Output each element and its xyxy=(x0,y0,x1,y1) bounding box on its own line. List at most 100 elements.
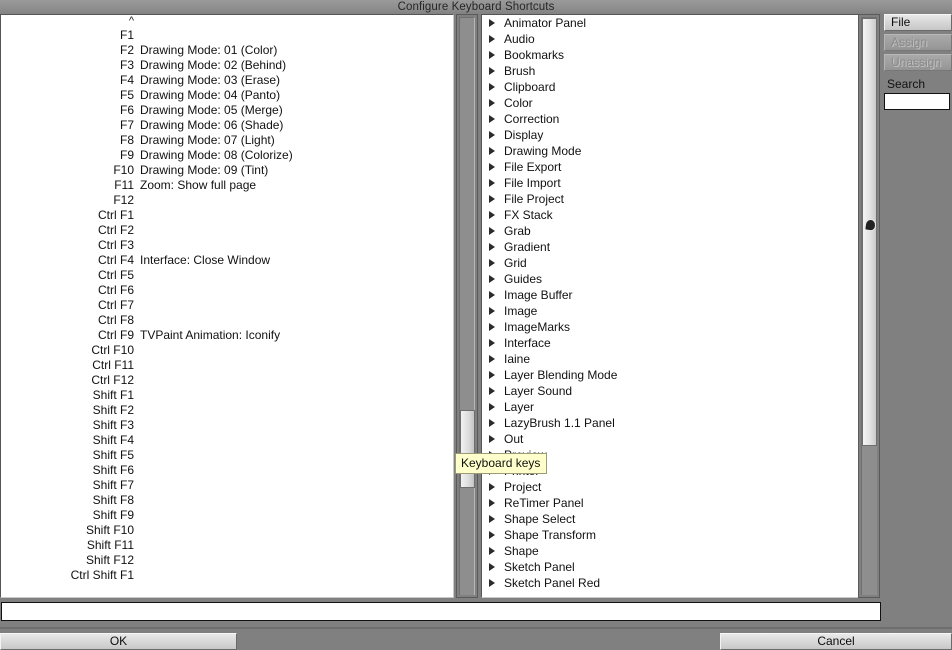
chevron-right-icon[interactable] xyxy=(488,255,497,271)
tree-item[interactable]: Project xyxy=(482,479,875,495)
chevron-right-icon[interactable] xyxy=(488,479,497,495)
chevron-right-icon[interactable] xyxy=(488,31,497,47)
commands-scrollbar-thumb[interactable] xyxy=(862,18,877,446)
shortcut-row[interactable]: F8 Drawing Mode: 07 (Light) xyxy=(1,133,453,148)
shortcut-row[interactable]: F6 Drawing Mode: 05 (Merge) xyxy=(1,103,453,118)
file-button[interactable]: File xyxy=(884,14,952,31)
tree-item[interactable]: Out xyxy=(482,431,875,447)
tree-item[interactable]: Sketch Panel xyxy=(482,559,875,575)
shortcut-row[interactable]: F1 xyxy=(1,28,453,43)
tree-item[interactable]: Interface xyxy=(482,335,875,351)
shortcut-row[interactable]: F5 Drawing Mode: 04 (Panto) xyxy=(1,88,453,103)
shortcut-value-field[interactable] xyxy=(1,602,881,621)
tree-item[interactable]: Shape xyxy=(482,543,875,559)
chevron-right-icon[interactable] xyxy=(488,47,497,63)
chevron-right-icon[interactable] xyxy=(488,415,497,431)
shortcut-row[interactable]: F11 Zoom: Show full page xyxy=(1,178,453,193)
tree-item[interactable]: Clipboard xyxy=(482,79,875,95)
assign-button[interactable]: Assign xyxy=(884,34,952,51)
shortcuts-list[interactable]: ^ F1 F2 Drawing Mode: 01 (Color) F3 Drawing … xyxy=(0,14,454,598)
chevron-right-icon[interactable] xyxy=(488,63,497,79)
chevron-right-icon[interactable] xyxy=(488,527,497,543)
chevron-right-icon[interactable] xyxy=(488,191,497,207)
tree-item[interactable]: Gradient xyxy=(482,239,875,255)
tree-item[interactable]: Drawing Mode xyxy=(482,143,875,159)
commands-tree[interactable]: Animator Panel Audio Bookmarks Brush Clipboa… xyxy=(481,14,876,598)
shortcut-row[interactable]: Shift F2 xyxy=(1,403,453,418)
tree-item[interactable]: Brush xyxy=(482,63,875,79)
chevron-right-icon[interactable] xyxy=(488,495,497,511)
chevron-right-icon[interactable] xyxy=(488,271,497,287)
shortcut-row[interactable]: Ctrl F10 xyxy=(1,343,453,358)
shortcut-row[interactable]: Ctrl Shift F1 xyxy=(1,568,453,583)
shortcut-row[interactable]: Ctrl F7 xyxy=(1,298,453,313)
chevron-right-icon[interactable] xyxy=(488,79,497,95)
chevron-right-icon[interactable] xyxy=(488,543,497,559)
shortcut-row[interactable]: Ctrl F9 TVPaint Animation: Iconify xyxy=(1,328,453,343)
chevron-right-icon[interactable] xyxy=(488,159,497,175)
shortcut-row[interactable]: F12 xyxy=(1,193,453,208)
chevron-right-icon[interactable] xyxy=(488,303,497,319)
chevron-right-icon[interactable] xyxy=(488,575,497,591)
tree-item[interactable]: Image Buffer xyxy=(482,287,875,303)
tree-item[interactable]: ImageMarks xyxy=(482,319,875,335)
shortcut-row[interactable]: F10 Drawing Mode: 09 (Tint) xyxy=(1,163,453,178)
chevron-right-icon[interactable] xyxy=(488,223,497,239)
chevron-right-icon[interactable] xyxy=(488,143,497,159)
chevron-right-icon[interactable] xyxy=(488,511,497,527)
shortcut-row[interactable]: Ctrl F3 xyxy=(1,238,453,253)
tree-item[interactable]: Layer Blending Mode xyxy=(482,367,875,383)
shortcut-row[interactable]: F2 Drawing Mode: 01 (Color) xyxy=(1,43,453,58)
shortcut-row[interactable]: Shift F1 xyxy=(1,388,453,403)
tree-item[interactable]: Layer xyxy=(482,399,875,415)
tree-item[interactable]: Grid xyxy=(482,255,875,271)
tree-item[interactable]: Guides xyxy=(482,271,875,287)
tree-item[interactable]: Sketch Panel Red xyxy=(482,575,875,591)
chevron-right-icon[interactable] xyxy=(488,111,497,127)
tree-item[interactable]: LazyBrush 1.1 Panel xyxy=(482,415,875,431)
chevron-right-icon[interactable] xyxy=(488,95,497,111)
chevron-right-icon[interactable] xyxy=(488,319,497,335)
shortcut-row[interactable]: Shift F5 xyxy=(1,448,453,463)
tree-item[interactable]: File Export xyxy=(482,159,875,175)
shortcut-row[interactable]: Ctrl F2 xyxy=(1,223,453,238)
shortcut-row[interactable]: Shift F9 xyxy=(1,508,453,523)
tree-item[interactable]: File Project xyxy=(482,191,875,207)
commands-scrollbar[interactable] xyxy=(858,14,880,598)
shortcut-row[interactable]: Shift F3 xyxy=(1,418,453,433)
tree-item[interactable]: Audio xyxy=(482,31,875,47)
chevron-right-icon[interactable] xyxy=(488,15,497,31)
chevron-right-icon[interactable] xyxy=(488,127,497,143)
shortcut-row[interactable]: F3 Drawing Mode: 02 (Behind) xyxy=(1,58,453,73)
chevron-right-icon[interactable] xyxy=(488,399,497,415)
shortcut-row[interactable]: Shift F6 xyxy=(1,463,453,478)
chevron-right-icon[interactable] xyxy=(488,207,497,223)
shortcut-row[interactable]: Ctrl F12 xyxy=(1,373,453,388)
chevron-right-icon[interactable] xyxy=(488,239,497,255)
shortcut-row[interactable]: Shift F10 xyxy=(1,523,453,538)
tree-item[interactable]: Grab xyxy=(482,223,875,239)
chevron-right-icon[interactable] xyxy=(488,335,497,351)
shortcuts-scrollbar-thumb[interactable] xyxy=(460,410,475,488)
cancel-button[interactable]: Cancel xyxy=(720,633,952,650)
shortcut-row[interactable]: Shift F7 xyxy=(1,478,453,493)
chevron-right-icon[interactable] xyxy=(488,559,497,575)
tree-item[interactable]: ReTimer Panel xyxy=(482,495,875,511)
shortcut-row[interactable]: Ctrl F1 xyxy=(1,208,453,223)
shortcut-row[interactable]: Shift F11 xyxy=(1,538,453,553)
tree-item[interactable]: Bookmarks xyxy=(482,47,875,63)
ok-button[interactable]: OK xyxy=(0,633,237,650)
tree-item[interactable]: FX Stack xyxy=(482,207,875,223)
tree-item[interactable]: Correction xyxy=(482,111,875,127)
shortcut-row[interactable]: Shift F4 xyxy=(1,433,453,448)
tree-item[interactable]: Layer Sound xyxy=(482,383,875,399)
shortcut-row[interactable]: Ctrl F6 xyxy=(1,283,453,298)
shortcut-row[interactable]: Shift F8 xyxy=(1,493,453,508)
shortcut-row[interactable]: F4 Drawing Mode: 03 (Erase) xyxy=(1,73,453,88)
shortcut-row[interactable]: Shift F12 xyxy=(1,553,453,568)
chevron-right-icon[interactable] xyxy=(488,383,497,399)
chevron-right-icon[interactable] xyxy=(488,367,497,383)
tree-item[interactable]: Shape Select xyxy=(482,511,875,527)
tree-item[interactable]: File Import xyxy=(482,175,875,191)
tree-item[interactable]: Iaine xyxy=(482,351,875,367)
